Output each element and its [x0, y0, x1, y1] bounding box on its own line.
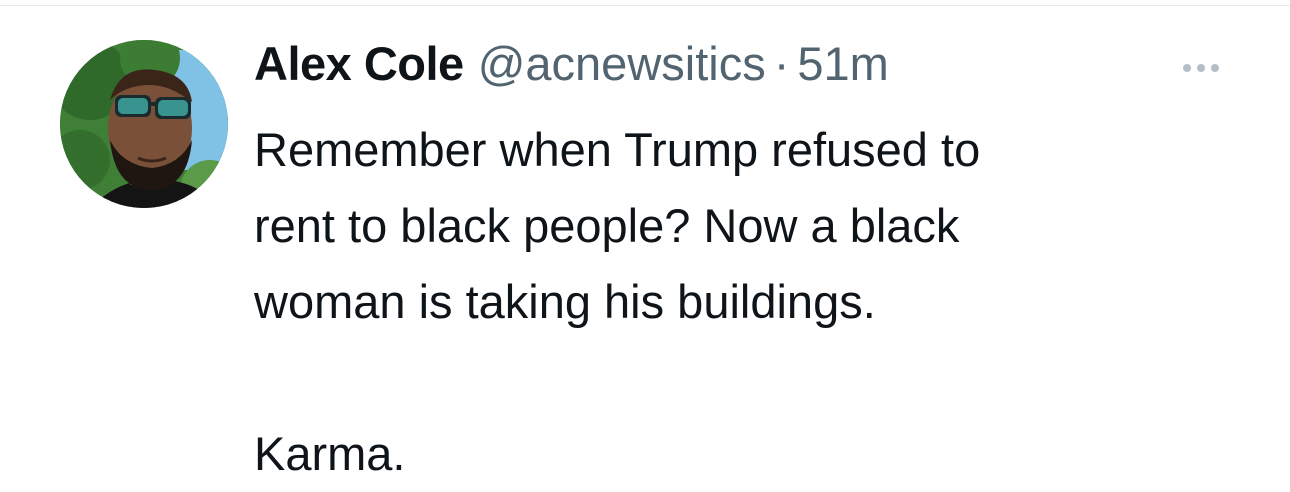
author-avatar[interactable]: [60, 40, 228, 208]
tweet-text: Remember when Trump refused to rent to b…: [254, 123, 981, 480]
author-handle[interactable]: @acnewsitics: [478, 36, 766, 91]
more-options-button[interactable]: [1175, 50, 1227, 86]
tweet-timestamp[interactable]: 51m: [797, 36, 888, 91]
header-separator: ·: [773, 37, 790, 90]
tweet[interactable]: Alex Cole @acnewsitics · 51m Remember wh…: [0, 0, 1290, 491]
ellipsis-horizontal-icon: [1183, 64, 1219, 72]
avatar-image: [60, 40, 228, 208]
tweet-header: Alex Cole @acnewsitics · 51m: [254, 36, 889, 96]
author-display-name[interactable]: Alex Cole: [254, 36, 464, 91]
